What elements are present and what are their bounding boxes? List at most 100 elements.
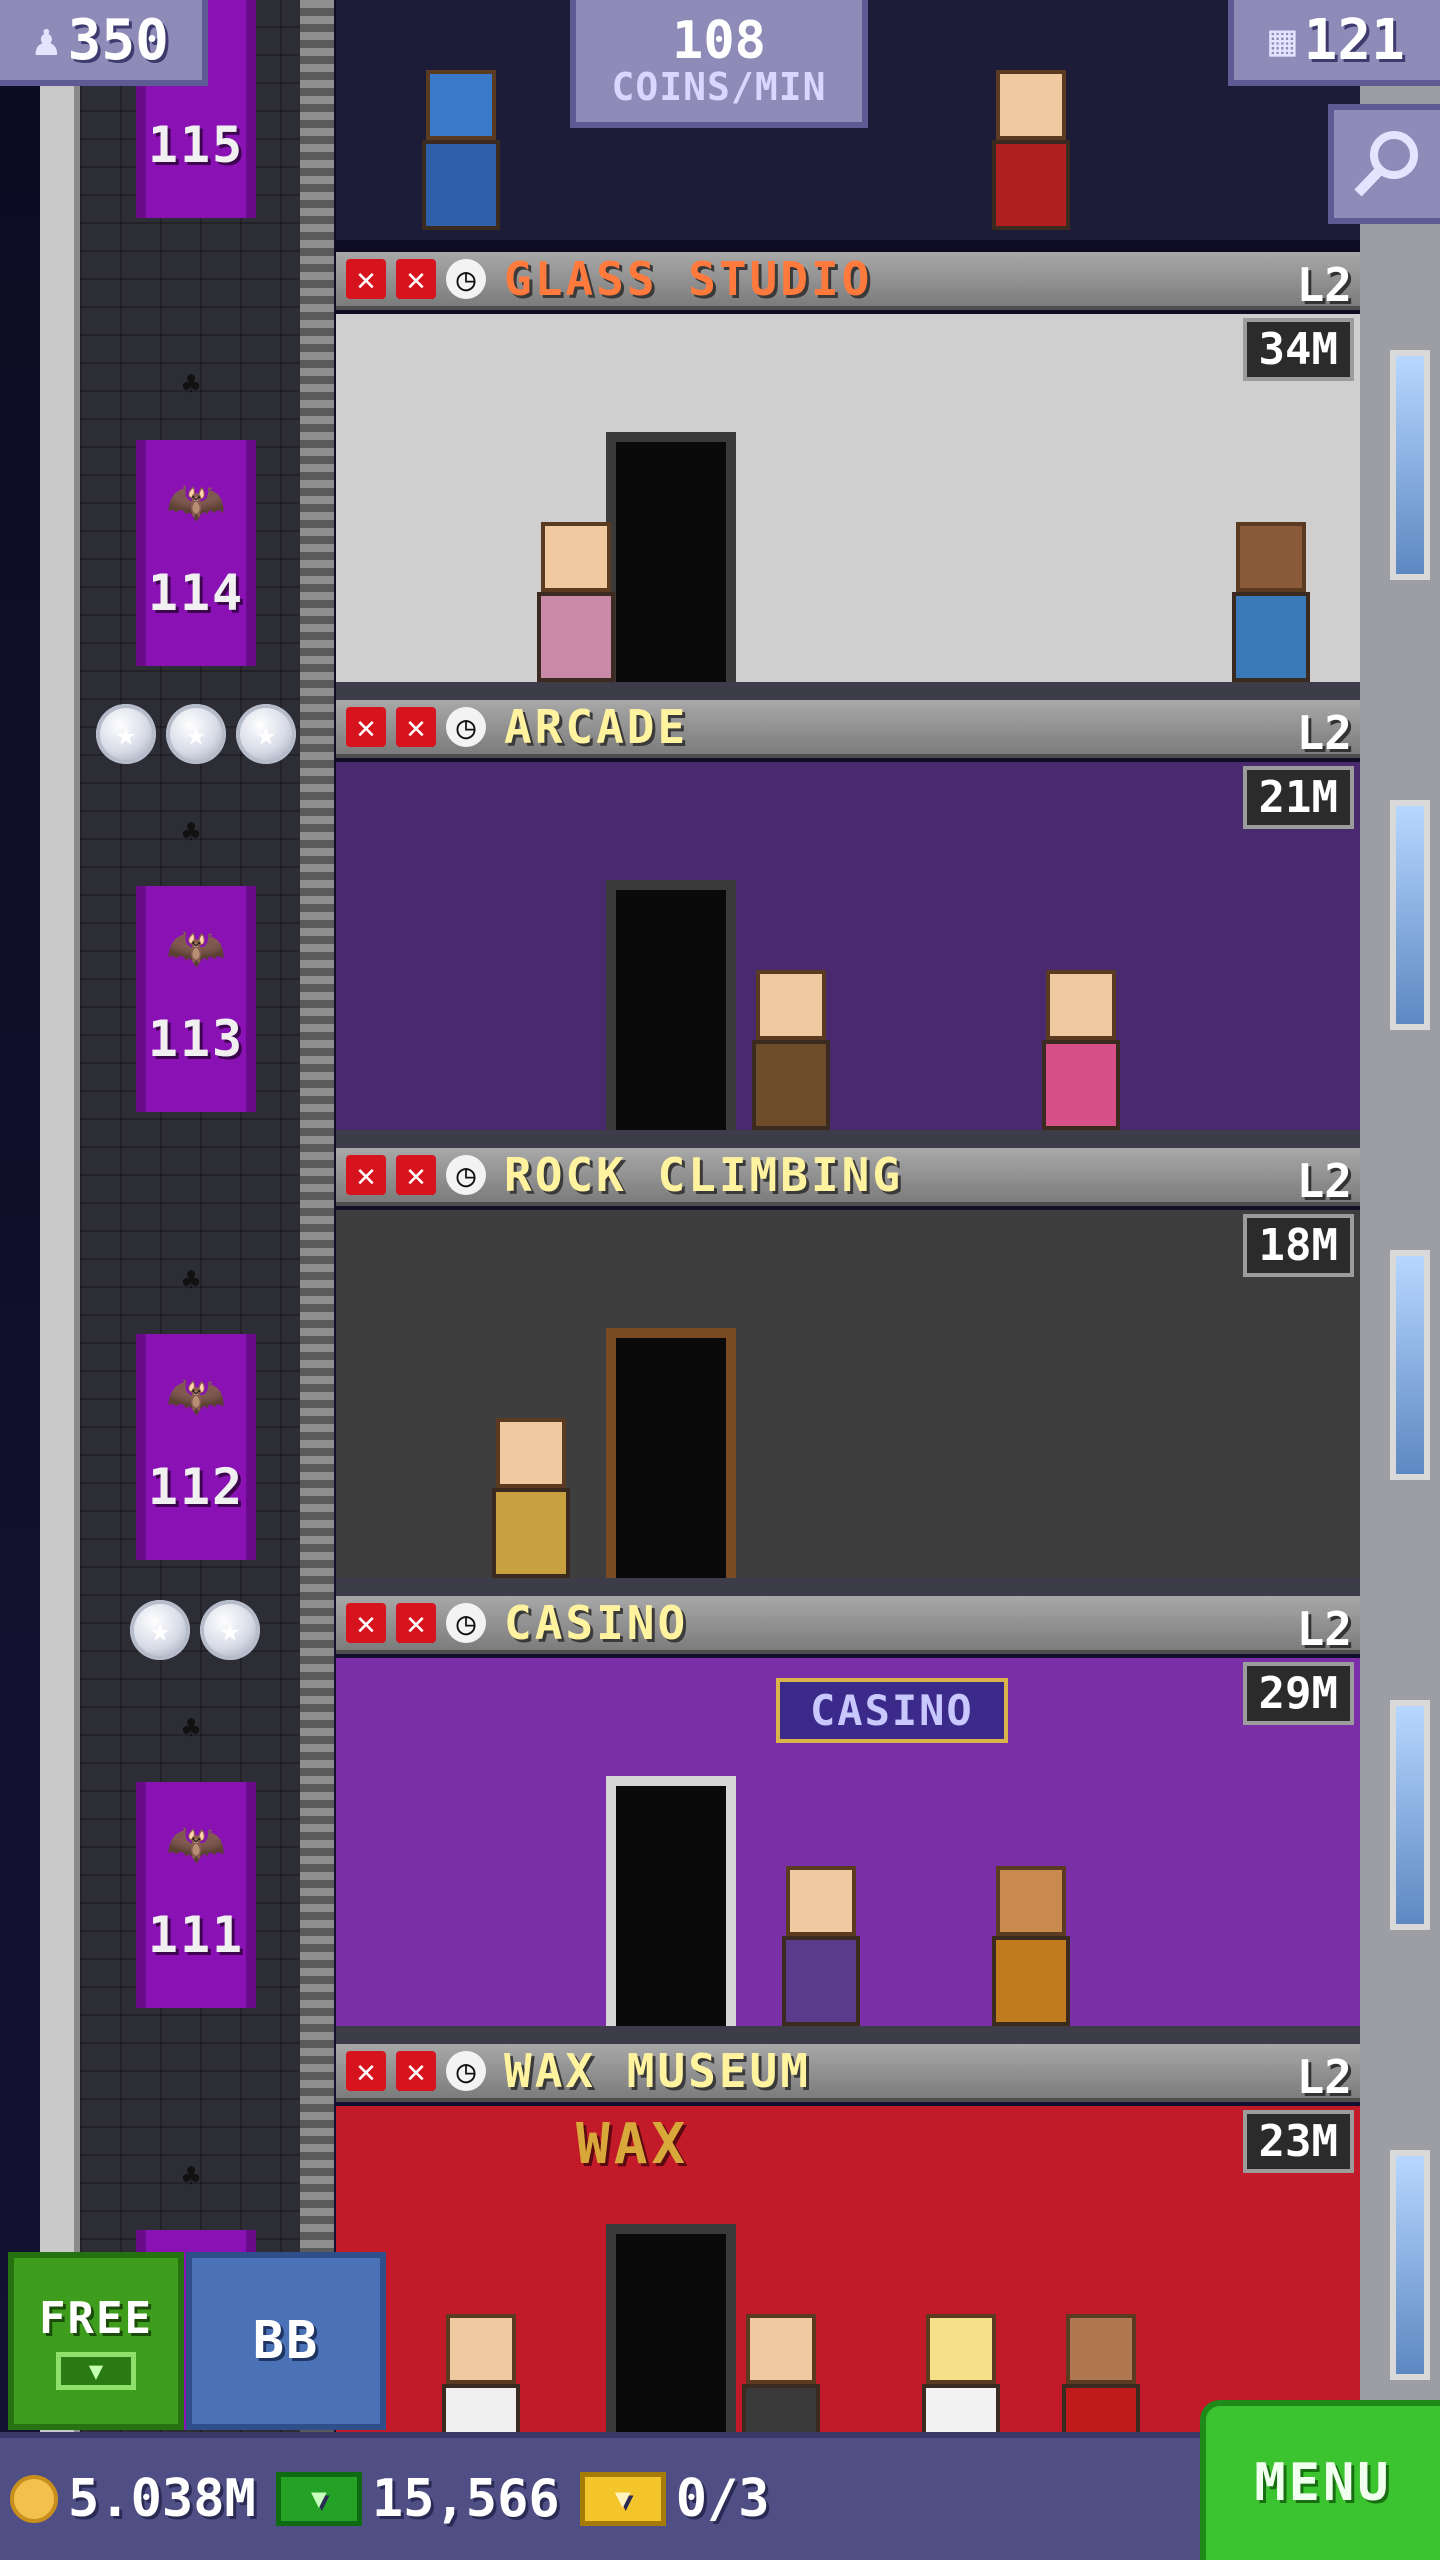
tenant[interactable] [746,970,836,1130]
shaft-marker-icon: ♣ [182,367,201,402]
bb-button[interactable]: BB [186,2252,386,2430]
floor-name: CASINO [504,1596,689,1650]
wax-sign: WAX [576,2112,690,2177]
window [1390,800,1430,1030]
coins-rate-label: COINS/MIN [611,65,827,110]
worker-missing-icon: ✕ [396,1603,436,1643]
bux-value: 15,566 [371,2469,560,2529]
elevator-door-114[interactable]: 🦇 114 [136,440,256,666]
tenant[interactable] [1226,522,1316,682]
shaft-rail [300,0,334,2560]
shaft-marker-icon: ♣ [182,2159,201,2194]
clock-icon: ◷ [446,259,486,299]
tenant[interactable] [1036,970,1126,1130]
tickets-value: 0/3 [675,2469,770,2529]
menu-button-label: MENU [1254,2453,1392,2513]
window [1390,350,1430,580]
floor-header[interactable]: ✕ ✕ ◷ WAX MUSEUM L2 [336,2044,1360,2104]
free-bux-button[interactable]: FREE ▼ [8,2252,184,2430]
population-badge[interactable]: ♟ 350 [0,0,208,86]
floor-stock: 21M [1242,766,1354,829]
ticket-icon: ▼ [579,2472,666,2526]
game-screen: 115 ♣ 🦇 114 ★ ★ ★ ♣ 🦇 113 ♣ 🦇 112 ★ ★ ♣ … [0,0,1440,2560]
bat-icon: 🦇 [166,920,226,976]
floor-level: L2 [1296,1154,1352,1208]
building-icon: ▦ [1269,14,1296,66]
shaft-marker-icon: ♣ [182,1711,201,1746]
star-icon: ★ [200,1600,260,1660]
worker-missing-icon: ✕ [346,1603,386,1643]
clock-icon: ◷ [446,2051,486,2091]
tickets-resource[interactable]: ▼ 0/3 [579,2469,770,2529]
door [606,432,736,682]
coins-rate-value: 108 [672,10,766,71]
worker-missing-icon: ✕ [346,2051,386,2091]
floor-name: ARCADE [504,700,689,754]
door [606,880,736,1130]
floor-header[interactable]: ✕ ✕ ◷ CASINO L2 [336,1596,1360,1656]
coins-rate-badge[interactable]: 108 COINS/MIN [570,0,868,128]
elevator-floor-number: 113 [147,1010,245,1068]
door [606,1776,736,2026]
resource-bar: 5.038M ▼ 15,566 ▼ 0/3 [0,2432,1200,2560]
worker-missing-icon: ✕ [396,2051,436,2091]
window [1390,1250,1430,1480]
floor-name: WAX MUSEUM [504,2044,811,2098]
clock-icon: ◷ [446,1155,486,1195]
tenant[interactable] [986,70,1076,230]
star-icon: ★ [96,704,156,764]
floor-level: L2 [1296,706,1352,760]
bat-icon: 🦇 [166,1368,226,1424]
star-rating-2: ★ ★ [130,1600,260,1660]
floor-header[interactable]: ✕ ✕ ◷ GLASS STUDIO L2 [336,252,1360,312]
clock-icon: ◷ [446,1603,486,1643]
search-button[interactable] [1328,104,1440,224]
floor-level: L2 [1296,1602,1352,1656]
bat-icon: 🦇 [166,474,226,530]
floors-badge[interactable]: ▦ 121 [1228,0,1440,86]
person-icon: ♟ [33,14,60,66]
elevator-door-113[interactable]: 🦇 113 [136,886,256,1112]
casino-sign: CASINO [776,1678,1008,1743]
clock-icon: ◷ [446,707,486,747]
floor-header[interactable]: ✕ ✕ ◷ ARCADE L2 [336,700,1360,760]
worker-missing-icon: ✕ [396,1155,436,1195]
floor-glass-studio[interactable]: ✕ ✕ ◷ GLASS STUDIO L2 34M [336,252,1360,700]
floor-casino[interactable]: ✕ ✕ ◷ CASINO L2 29M CASINO [336,1596,1360,2044]
coins-resource[interactable]: 5.038M [10,2469,256,2529]
bux-resource[interactable]: ▼ 15,566 [275,2469,560,2529]
star-icon: ★ [130,1600,190,1660]
floor-arcade[interactable]: ✕ ✕ ◷ ARCADE L2 21M [336,700,1360,1148]
worker-missing-icon: ✕ [346,707,386,747]
menu-button[interactable]: MENU [1200,2400,1440,2560]
elevator-floor-number: 114 [147,564,245,622]
floor-name: ROCK CLIMBING [504,1148,904,1202]
tenant[interactable] [531,522,621,682]
worker-missing-icon: ✕ [396,707,436,747]
floor-room: CASINO [336,1658,1360,2044]
star-icon: ★ [236,704,296,764]
tenant[interactable] [986,1866,1076,2026]
worker-missing-icon: ✕ [396,259,436,299]
tenant[interactable] [486,1418,576,1578]
window [1390,1700,1430,1930]
coin-icon [10,2475,58,2523]
shaft-wall [40,0,80,2560]
bux-icon: ▼ [275,2472,362,2526]
floor-stock: 23M [1242,2110,1354,2173]
floor-rock-climbing[interactable]: ✕ ✕ ◷ ROCK CLIMBING L2 18M [336,1148,1360,1596]
floor-name: GLASS STUDIO [504,252,873,306]
floor-header[interactable]: ✕ ✕ ◷ ROCK CLIMBING L2 [336,1148,1360,1208]
shaft-marker-icon: ♣ [182,815,201,850]
floor-room [336,314,1360,700]
worker-missing-icon: ✕ [346,1155,386,1195]
floors-value: 121 [1303,7,1405,73]
bux-icon: ▼ [56,2351,136,2390]
tenant[interactable] [776,1866,866,2026]
elevator-door-112[interactable]: 🦇 112 [136,1334,256,1560]
elevator-door-111[interactable]: 🦇 111 [136,1782,256,2008]
elevator-floor-number: 115 [147,116,245,174]
window [1390,2150,1430,2380]
bat-icon: 🦇 [166,1816,226,1872]
tenant[interactable] [416,70,506,230]
